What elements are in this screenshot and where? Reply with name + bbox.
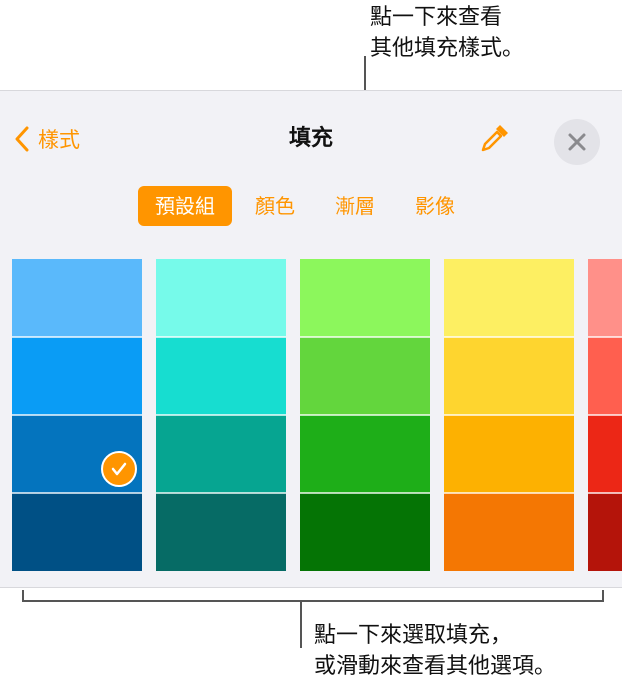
fill-type-tabs: 預設組 顏色 漸層 影像 — [138, 186, 478, 226]
tab-color[interactable]: 顏色 — [238, 186, 312, 226]
swatch-blue-shade-1[interactable] — [12, 259, 142, 337]
swatch-divider — [156, 336, 286, 338]
tab-presets[interactable]: 預設組 — [138, 186, 232, 226]
swatch-divider — [12, 336, 142, 338]
swatch-divider — [300, 492, 430, 494]
swatch-divider — [12, 492, 142, 494]
swatch-red-shade-3[interactable] — [588, 415, 622, 493]
tab-gradient[interactable]: 漸層 — [318, 186, 392, 226]
swatch-yellow-shade-1[interactable] — [444, 259, 574, 337]
swatch-divider — [156, 414, 286, 416]
close-icon — [568, 133, 586, 151]
callout-bottom-line1: 點一下來選取填充， — [314, 623, 513, 648]
swatch-red-shade-2[interactable] — [588, 337, 622, 415]
swatch-divider — [444, 414, 574, 416]
swatch-divider — [588, 414, 622, 416]
swatch-divider — [588, 492, 622, 494]
swatch-green-shade-3[interactable] — [300, 415, 430, 493]
panel-title: 填充 — [288, 126, 333, 151]
swatch-divider — [588, 336, 622, 338]
swatch-divider — [300, 414, 430, 416]
swatch-bracket-bar — [22, 600, 604, 602]
swatch-blue-shade-4[interactable] — [12, 493, 142, 571]
fill-panel: 樣式 填充 預設組 顏色 漸層 影像 — [0, 90, 622, 588]
swatch-divider — [300, 336, 430, 338]
callout-bottom-line2: 或滑動來查看其他選項。 — [314, 654, 557, 679]
checkmark-icon — [101, 451, 137, 487]
swatch-yellow-shade-4[interactable] — [444, 493, 574, 571]
callout-top-line2: 其他填充樣式。 — [370, 36, 525, 61]
swatch-teal-shade-1[interactable] — [156, 259, 286, 337]
swatch-red-shade-4[interactable] — [588, 493, 622, 571]
swatch-green-shade-2[interactable] — [300, 337, 430, 415]
swatch-teal-shade-4[interactable] — [156, 493, 286, 571]
swatch-teal[interactable] — [156, 259, 286, 571]
swatch-bracket-right — [602, 590, 604, 602]
callout-top: 點一下來查看 其他填充樣式。 — [370, 2, 524, 64]
swatch-blue-shade-2[interactable] — [12, 337, 142, 415]
eyedropper-button[interactable] — [476, 121, 512, 157]
swatch-bracket-left — [22, 590, 24, 602]
swatch-divider — [156, 492, 286, 494]
swatch-red-shade-1[interactable] — [588, 259, 622, 337]
swatch-divider — [12, 414, 142, 416]
swatch-green[interactable] — [300, 259, 430, 571]
eyedropper-icon — [481, 125, 508, 152]
swatch-green-shade-1[interactable] — [300, 259, 430, 337]
close-button[interactable] — [554, 119, 600, 165]
callout-top-line1: 點一下來查看 — [370, 5, 503, 30]
swatch-teal-shade-2[interactable] — [156, 337, 286, 415]
swatch-divider — [444, 336, 574, 338]
swatch-green-shade-4[interactable] — [300, 493, 430, 571]
swatch-divider — [444, 492, 574, 494]
swatch-yellow-shade-2[interactable] — [444, 337, 574, 415]
swatch-teal-shade-3[interactable] — [156, 415, 286, 493]
swatch-blue[interactable] — [12, 259, 142, 571]
tab-image[interactable]: 影像 — [398, 186, 472, 226]
swatch-red[interactable] — [588, 259, 622, 571]
swatch-yellow[interactable] — [444, 259, 574, 571]
swatch-yellow-shade-3[interactable] — [444, 415, 574, 493]
callout-bottom: 點一下來選取填充， 或滑動來查看其他選項。 — [298, 620, 556, 682]
